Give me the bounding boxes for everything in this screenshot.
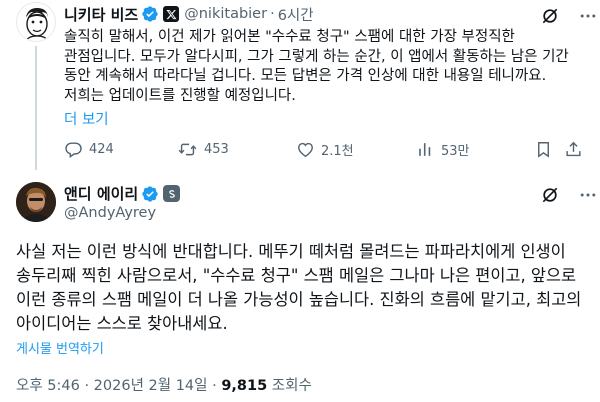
parent-handle[interactable]: @nikitabier <box>184 6 267 22</box>
x-logo-icon <box>163 6 180 22</box>
cartoon-face-avatar-icon <box>17 3 55 41</box>
subscription-badge-icon <box>163 185 181 202</box>
parent-author-name[interactable]: 니키타 비즈 <box>64 4 138 25</box>
tweet-timestamp[interactable]: 오후 5:46 · 2026년 2월 14일 · <box>16 378 221 394</box>
like-icon <box>298 142 313 158</box>
parent-top-actions <box>538 6 600 26</box>
verified-badge-icon <box>141 5 159 23</box>
main-author-name[interactable]: 앤디 에이리 <box>64 183 138 204</box>
main-avatar[interactable] <box>16 182 56 222</box>
parent-time[interactable]: 6시간 <box>278 4 314 25</box>
repost-count: 453 <box>204 142 229 157</box>
like-button[interactable]: 2.1천 <box>296 140 354 159</box>
parent-action-bar: 424 453 2.1천 53만 <box>64 140 584 162</box>
show-more-link[interactable]: 더 보기 <box>64 108 109 129</box>
tweet-meta: 오후 5:46 · 2026년 2월 14일 · 9,815 조회수 <box>16 374 312 395</box>
thread-connector-line <box>35 46 37 170</box>
reply-count: 424 <box>89 142 114 157</box>
more-icon[interactable] <box>576 6 600 26</box>
profile-photo-avatar-icon <box>16 182 56 222</box>
share-icon <box>566 141 581 157</box>
parent-tweet[interactable]: 니키타 비즈 @nikitabier · 6시간 솔직히 말해서, 이건 제가 … <box>0 0 600 170</box>
tweet-view-count: 9,815 <box>221 378 268 394</box>
parent-avatar[interactable] <box>16 2 56 42</box>
share-button[interactable] <box>564 140 589 159</box>
main-tweet: 앤디 에이리 @AndyAyrey 사실 저는 이런 방식에 반대합니다. 메뚜… <box>0 172 600 402</box>
grok-icon[interactable] <box>538 185 562 205</box>
like-count: 2.1천 <box>321 144 354 159</box>
main-author-row: 앤디 에이리 <box>64 183 181 204</box>
translate-post-link[interactable]: 게시물 번역하기 <box>16 338 104 357</box>
repost-button[interactable]: 453 <box>177 140 229 159</box>
grok-icon[interactable] <box>538 6 562 26</box>
bookmark-icon <box>538 142 549 158</box>
verified-badge-icon <box>141 185 159 203</box>
main-tweet-text: 사실 저는 이런 방식에 반대합니다. 메뚜기 떼처럼 몰려드는 파파라치에게 … <box>16 242 582 333</box>
views-button[interactable]: 53만 <box>416 140 470 159</box>
bookmark-button[interactable] <box>534 140 559 159</box>
tweet-views-label: 조회수 <box>267 378 312 394</box>
main-top-actions <box>538 185 600 205</box>
views-icon <box>419 143 431 156</box>
header-separator: · <box>270 6 275 22</box>
views-count: 53만 <box>441 144 470 159</box>
parent-tweet-header: 니키타 비즈 @nikitabier · 6시간 <box>64 4 314 24</box>
repost-icon <box>178 143 197 156</box>
reply-button[interactable]: 424 <box>64 140 114 159</box>
more-icon[interactable] <box>576 185 600 205</box>
parent-tweet-text: 솔직히 말해서, 이건 제가 읽어본 "수수료 청구" 스팸에 대한 가장 부정… <box>64 29 569 104</box>
reply-icon <box>65 142 82 158</box>
main-handle[interactable]: @AndyAyrey <box>64 205 156 221</box>
